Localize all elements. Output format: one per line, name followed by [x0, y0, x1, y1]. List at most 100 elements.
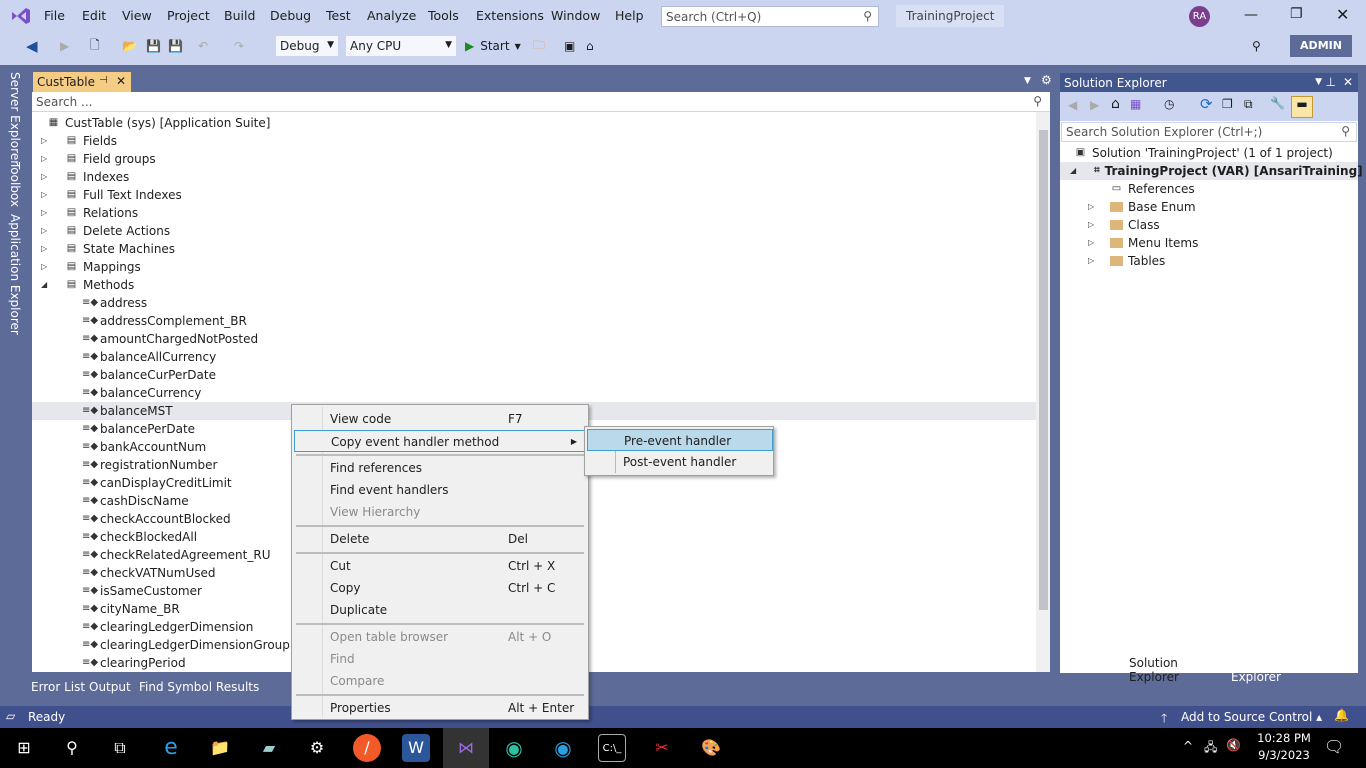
submenu-item-post-event-handler[interactable]: Post-event handler	[587, 451, 773, 473]
gear-icon[interactable]: ⚙	[1041, 73, 1052, 87]
collapsed-arrow-icon[interactable]: ▷	[41, 222, 47, 240]
submenu-item-pre-event-handler[interactable]: Pre-event handler	[587, 429, 773, 451]
forward-icon[interactable]: ▶	[1090, 98, 1099, 112]
folder-menu-items[interactable]: ▷ Menu Items	[1088, 234, 1198, 252]
solution-search-input[interactable]: Search Solution Explorer (Ctrl+;) ⚲	[1061, 122, 1357, 142]
tree-node-delete-actions[interactable]: ▷ ▤ Delete Actions	[41, 222, 170, 240]
tree-node-relations[interactable]: ▷ ▤ Relations	[41, 204, 138, 222]
paint-icon[interactable]: 🎨	[697, 734, 725, 762]
bottom-tab-find-symbol-results[interactable]: Find Symbol Results	[139, 680, 259, 694]
side-tab-toolbox[interactable]: Toolbox	[8, 162, 22, 207]
collapsed-arrow-icon[interactable]: ▷	[41, 240, 47, 258]
back-icon[interactable]: ◀	[1068, 98, 1077, 112]
tree-node-indexes[interactable]: ▷ ▤ Indexes	[41, 168, 129, 186]
solution-node[interactable]: ▣ Solution 'TrainingProject' (1 of 1 proj…	[1074, 144, 1333, 162]
collapsed-arrow-icon[interactable]: ▷	[41, 132, 47, 150]
menu-build[interactable]: Build	[224, 8, 255, 23]
menu-item-find-event-handlers[interactable]: Find event handlers	[294, 479, 586, 501]
menu-project[interactable]: Project	[167, 8, 210, 23]
menu-window[interactable]: Window	[551, 8, 600, 23]
tab-custtable[interactable]: CustTable ⊣ ✕	[33, 72, 131, 92]
collapse-all-icon[interactable]: ❐	[1222, 97, 1233, 111]
clock[interactable]: 10:28 PM 9/3/2023	[1255, 731, 1313, 762]
method-item[interactable]: ≡◆ amountChargedNotPosted	[32, 330, 1036, 348]
collapsed-arrow-icon[interactable]: ▷	[41, 150, 47, 168]
open-button[interactable]: 📂	[122, 36, 137, 56]
windows-start-icon[interactable]: ⊞	[10, 734, 38, 762]
menu-file[interactable]: File	[44, 8, 65, 23]
collapsed-arrow-icon[interactable]: ▷	[41, 186, 47, 204]
edge-icon[interactable]: ◉	[500, 734, 528, 762]
bottom-tab-output[interactable]: Output	[89, 680, 131, 694]
restore-button[interactable]: ❐	[1290, 6, 1303, 22]
preview-selected-icon[interactable]: ▬	[1291, 96, 1313, 118]
menu-item-copy-event-handler-method[interactable]: Copy event handler method ▶	[294, 430, 586, 452]
visual-studio-taskbar-icon[interactable]: ⋈	[443, 728, 489, 768]
designer-search-input[interactable]: Search ... ⚲	[32, 93, 1050, 112]
project-node[interactable]: ◢ ⌗ TrainingProject (VAR) [AnsariTraining]	[1060, 162, 1363, 180]
save-button[interactable]: 💾	[146, 36, 161, 56]
pin-icon[interactable]: ⊥	[1326, 75, 1336, 89]
refresh-icon[interactable]: ⟳	[1200, 95, 1213, 113]
menu-item-duplicate[interactable]: Duplicate	[294, 599, 586, 621]
menu-item-cut[interactable]: Cut Ctrl + X	[294, 555, 586, 577]
search-icon[interactable]: ⚲	[58, 734, 86, 762]
expanded-arrow-icon[interactable]: ◢	[41, 276, 47, 294]
start-button[interactable]: ▶ Start ▼	[465, 36, 521, 56]
method-item[interactable]: ≡◆ balanceAllCurrency	[32, 348, 1036, 366]
close-icon[interactable]: ✕	[1343, 75, 1353, 89]
method-item[interactable]: ≡◆ balanceCurrency	[32, 384, 1036, 402]
tree-node-state-machines[interactable]: ▷ ▤ State Machines	[41, 240, 175, 258]
show-all-files-icon[interactable]: ⧉	[1244, 97, 1253, 112]
menu-item-find-references[interactable]: Find references	[294, 457, 586, 479]
platform-dropdown[interactable]: Any CPU ▼	[345, 35, 457, 57]
menu-analyze[interactable]: Analyze	[367, 8, 416, 23]
notification-bell-icon[interactable]: 🔔	[1334, 708, 1349, 722]
tab-list-dropdown[interactable]: ▼	[1024, 76, 1031, 86]
collapsed-arrow-icon[interactable]: ▷	[1088, 234, 1094, 252]
menu-item-view-code[interactable]: View code F7	[294, 408, 586, 430]
switch-views-icon[interactable]: ▦	[1130, 97, 1141, 111]
tab-solution-explorer[interactable]: Solution Explorer	[1124, 654, 1225, 684]
edge-icon[interactable]: ◉	[549, 734, 577, 762]
tree-node-field-groups[interactable]: ▷ ▤ Field groups	[41, 150, 156, 168]
minimize-button[interactable]: —	[1244, 7, 1258, 23]
expanded-arrow-icon[interactable]: ◢	[1070, 162, 1076, 180]
new-item-button[interactable]: 🗋	[90, 36, 100, 56]
postman-icon[interactable]: ∕	[353, 734, 381, 762]
command-prompt-icon[interactable]: C:\_	[598, 734, 626, 762]
folder-tables[interactable]: ▷ Tables	[1088, 252, 1165, 270]
menu-item-properties[interactable]: Properties Alt + Enter	[294, 697, 586, 719]
scrollbar-thumb[interactable]	[1039, 130, 1048, 610]
volume-muted-icon[interactable]: 🔇	[1226, 738, 1241, 752]
internet-explorer-icon[interactable]: e	[157, 734, 185, 762]
redo-button[interactable]: ↷	[234, 36, 244, 56]
avatar[interactable]: RA	[1189, 6, 1210, 27]
home-icon[interactable]: ⌂	[1111, 96, 1120, 112]
pin-icon[interactable]: ⊣	[99, 75, 108, 86]
method-item[interactable]: ≡◆ balanceCurPerDate	[32, 366, 1036, 384]
folder-class[interactable]: ▷ Class	[1088, 216, 1160, 234]
quick-search-input[interactable]: Search (Ctrl+Q) ⚲	[661, 6, 879, 27]
menu-edit[interactable]: Edit	[82, 8, 106, 23]
collapsed-arrow-icon[interactable]: ▷	[1088, 198, 1094, 216]
tree-node-full-text-indexes[interactable]: ▷ ▤ Full Text Indexes	[41, 186, 182, 204]
show-hidden-icons[interactable]: ^	[1183, 739, 1193, 753]
properties-wrench-icon[interactable]: 🔧	[1270, 96, 1285, 110]
live-share-button[interactable]: ⚲	[1252, 36, 1261, 56]
collapsed-arrow-icon[interactable]: ▷	[41, 204, 47, 222]
method-item[interactable]: ≡◆ address	[32, 294, 1036, 312]
find-in-files-button[interactable]: 🗀	[533, 36, 545, 56]
close-tab-icon[interactable]: ✕	[116, 74, 126, 88]
file-explorer-icon[interactable]: 📁	[206, 734, 234, 762]
menu-extensions[interactable]: Extensions	[476, 8, 544, 23]
tree-root[interactable]: ▦ CustTable (sys) [Application Suite]	[47, 114, 271, 132]
tab-team-explorer[interactable]: Team Explorer	[1226, 654, 1310, 684]
menu-debug[interactable]: Debug	[270, 8, 311, 23]
menu-tools[interactable]: Tools	[428, 8, 459, 23]
pending-changes-icon[interactable]: ◷	[1164, 97, 1174, 111]
snipping-tool-icon[interactable]: ✂	[648, 734, 676, 762]
notifications-icon[interactable]: 🗨	[1324, 737, 1344, 756]
tree-node-methods[interactable]: ◢ ▤ Methods	[41, 276, 134, 294]
menu-item-copy[interactable]: Copy Ctrl + C	[294, 577, 586, 599]
